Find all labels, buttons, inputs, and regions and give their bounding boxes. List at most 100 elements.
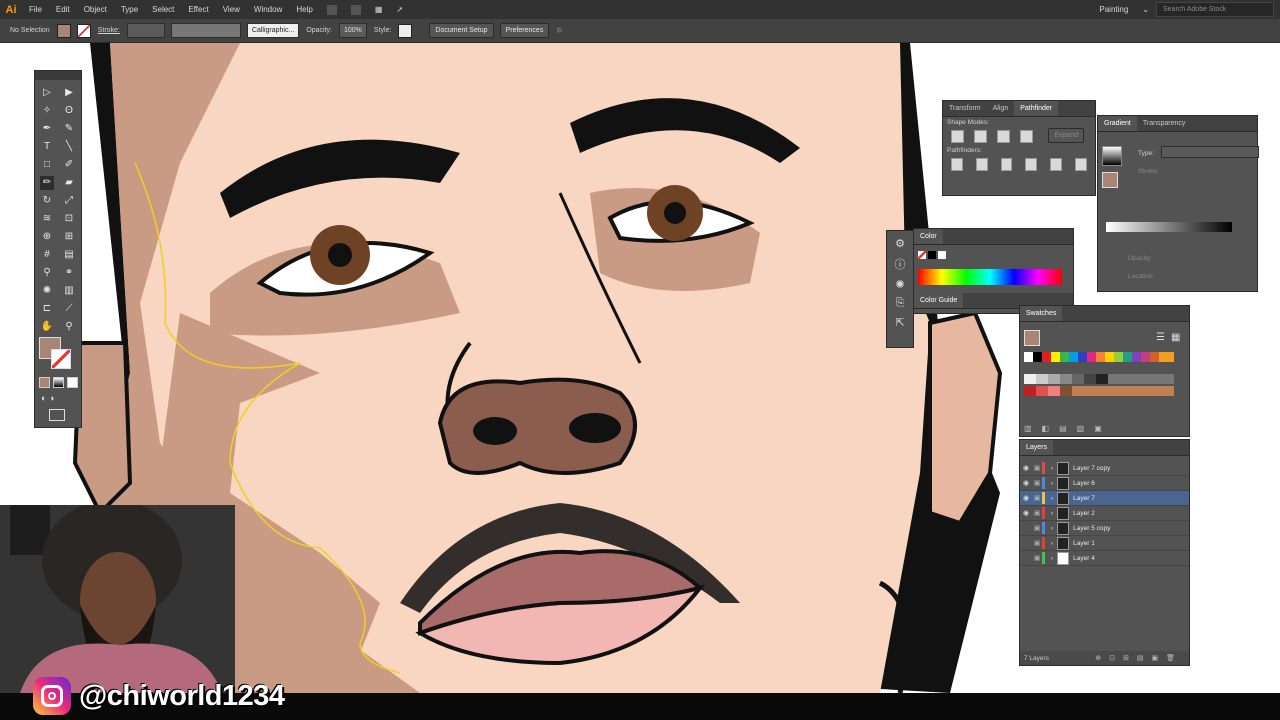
minus-back-icon[interactable] <box>1075 158 1087 171</box>
color-mode-icons[interactable] <box>39 377 79 388</box>
unite-icon[interactable] <box>951 130 964 143</box>
zoom-tool-icon[interactable]: ⚲ <box>62 320 76 334</box>
layer-name[interactable]: Layer 2 <box>1073 510 1095 517</box>
eraser-tool-icon[interactable]: ▰ <box>62 176 76 190</box>
type-tool-icon[interactable]: T <box>40 140 54 154</box>
eye-icon[interactable]: ◉ <box>1020 479 1032 487</box>
lock-icon[interactable]: ▣ <box>1032 524 1042 532</box>
curvature-tool-icon[interactable]: ✎ <box>62 122 76 136</box>
fill-swatch[interactable] <box>56 23 71 38</box>
eye-icon[interactable]: ◉ <box>1020 464 1032 472</box>
layer-name[interactable]: Layer 5 copy <box>1073 525 1110 532</box>
layer-name[interactable]: Layer 1 <box>1073 540 1095 547</box>
stroke-swatch[interactable] <box>76 23 91 38</box>
layer-row[interactable]: ▣ › Layer 4 <box>1020 551 1189 566</box>
lasso-tool-icon[interactable]: ʘ <box>62 104 76 118</box>
swatch-fill-preview[interactable] <box>1024 330 1040 346</box>
gradient-type-select[interactable] <box>1161 146 1259 158</box>
layer-row[interactable]: ◉ ▣ › Layer 7 copy <box>1020 461 1189 476</box>
layer-row[interactable]: ◉ ▣ › Layer 2 <box>1020 506 1189 521</box>
document-setup-button[interactable]: Document Setup <box>429 23 494 38</box>
rectangle-tool-icon[interactable]: □ <box>40 158 54 172</box>
search-input[interactable]: Search Adobe Stock <box>1156 2 1274 17</box>
expand-icon[interactable]: › <box>1051 480 1053 487</box>
layer-name[interactable]: Layer 7 <box>1073 495 1095 502</box>
tools-panel-header[interactable] <box>35 71 81 80</box>
arrange-documents-icon[interactable]: ⚐ <box>556 27 562 35</box>
gradient-fill-stroke[interactable] <box>1102 172 1118 188</box>
warp-tool-icon[interactable]: ≋ <box>40 212 54 226</box>
tab-layers[interactable]: Layers <box>1020 440 1054 455</box>
artboard-tool-icon[interactable]: ⊏ <box>40 302 54 316</box>
lock-icon[interactable]: ▣ <box>1032 479 1042 487</box>
layers-footer-icons[interactable]: ⊕⊡⊞▤▣🗑 <box>1095 654 1183 662</box>
asset-export-icon[interactable]: ⇱ <box>887 316 913 329</box>
variable-width-select[interactable] <box>170 23 241 38</box>
outline-icon[interactable] <box>1050 158 1063 171</box>
style-swatch[interactable] <box>398 23 413 38</box>
tab-swatches[interactable]: Swatches <box>1020 306 1063 321</box>
merge-icon[interactable] <box>1000 158 1013 171</box>
export-icon[interactable]: ⎘ <box>887 297 913 310</box>
stock-icon[interactable] <box>350 4 361 15</box>
crop-icon[interactable] <box>1025 158 1038 171</box>
screen-mode-icon[interactable] <box>49 409 65 421</box>
layer-name[interactable]: Layer 7 copy <box>1073 465 1110 472</box>
intersect-icon[interactable] <box>997 130 1010 143</box>
magic-wand-tool-icon[interactable]: ✧ <box>40 104 54 118</box>
lock-icon[interactable]: ▣ <box>1032 539 1042 547</box>
expand-icon[interactable]: › <box>1051 495 1053 502</box>
menu-edit[interactable]: Edit <box>56 5 70 14</box>
opacity-input[interactable]: 100% <box>339 23 367 38</box>
color-black-swatch[interactable] <box>928 251 936 259</box>
eye-icon[interactable]: ◉ <box>1020 509 1032 517</box>
layer-row[interactable]: ▣ › Layer 1 <box>1020 536 1189 551</box>
perspective-grid-tool-icon[interactable]: ⊞ <box>62 230 76 244</box>
color-none-swatch[interactable] <box>918 251 926 259</box>
expand-icon[interactable]: › <box>1051 555 1053 562</box>
brush-select[interactable]: Calligraphic... <box>246 23 300 38</box>
menu-file[interactable]: File <box>29 5 42 14</box>
shape-builder-tool-icon[interactable]: ⊕ <box>40 230 54 244</box>
line-tool-icon[interactable]: ╲ <box>62 140 76 154</box>
grid-view-icon[interactable]: ▦ <box>1171 332 1180 343</box>
direct-selection-tool-icon[interactable]: ▶ <box>62 86 76 100</box>
workspace-switcher[interactable]: Painting <box>1099 5 1128 14</box>
preferences-button[interactable]: Preferences <box>499 23 550 38</box>
expand-button[interactable]: Expand <box>1048 128 1084 143</box>
info-icon[interactable]: ⓘ <box>887 256 913 272</box>
slice-tool-icon[interactable]: ⟋ <box>62 302 76 316</box>
tab-color-guide[interactable]: Color Guide <box>914 293 964 308</box>
list-view-icon[interactable]: ☰ <box>1156 332 1165 343</box>
lock-icon[interactable]: ▣ <box>1032 464 1042 472</box>
blend-tool-icon[interactable]: ⚭ <box>62 266 76 280</box>
stroke-color-swatch[interactable] <box>51 349 71 369</box>
exclude-icon[interactable] <box>1020 130 1033 143</box>
eyedropper-tool-icon[interactable]: ⚲ <box>40 266 54 280</box>
tab-gradient[interactable]: Gradient <box>1098 116 1137 131</box>
menu-help[interactable]: Help <box>296 5 312 14</box>
symbol-sprayer-tool-icon[interactable]: ✺ <box>40 284 54 298</box>
layer-row-selected[interactable]: ◉ ▣ › Layer 7 <box>1020 491 1189 506</box>
menu-select[interactable]: Select <box>152 5 174 14</box>
drawing-mode-icon[interactable]: ◐ ◑ <box>41 393 54 403</box>
color-spectrum[interactable] <box>918 269 1062 285</box>
expand-icon[interactable]: › <box>1051 465 1053 472</box>
layer-row[interactable]: ◉ ▣ › Layer 6 <box>1020 476 1189 491</box>
stroke-weight-input[interactable] <box>126 23 165 38</box>
mesh-tool-icon[interactable]: # <box>40 248 54 262</box>
divide-icon[interactable] <box>951 158 963 171</box>
swatch-library-icons[interactable]: ▥◧▤▧▣ <box>1024 424 1112 433</box>
symbols-icon[interactable]: ✺ <box>887 278 913 291</box>
swatch-grid[interactable] <box>1024 352 1174 402</box>
color-white-swatch[interactable] <box>938 251 946 259</box>
gradient-tool-icon[interactable]: ▤ <box>62 248 76 262</box>
gradient-preview[interactable] <box>1102 146 1122 166</box>
expand-icon[interactable]: › <box>1051 525 1053 532</box>
menu-view[interactable]: View <box>223 5 240 14</box>
bridge-icon[interactable] <box>326 4 337 15</box>
send-icon[interactable]: ➚ <box>396 5 403 14</box>
lock-icon[interactable]: ▣ <box>1032 509 1042 517</box>
layer-name[interactable]: Layer 6 <box>1073 480 1095 487</box>
tab-transparency[interactable]: Transparency <box>1137 116 1192 131</box>
